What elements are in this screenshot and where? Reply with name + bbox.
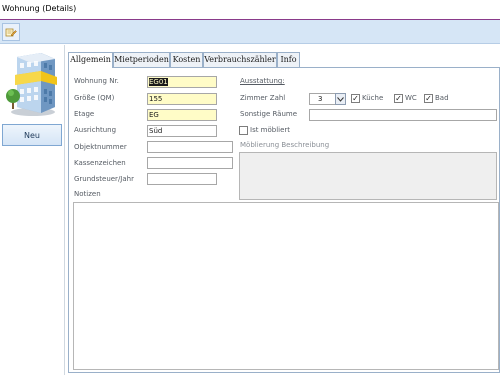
apartment-building-icon bbox=[6, 53, 57, 116]
zimmer-zahl-dropdown-button[interactable] bbox=[335, 93, 346, 105]
kassenzeichen-label: Kassenzeichen bbox=[74, 159, 126, 167]
ausrichtung-label: Ausrichtung bbox=[74, 126, 117, 134]
tab-verbrauchszaehler[interactable]: Verbrauchszähler bbox=[203, 52, 277, 67]
moeblierung-beschreibung-field bbox=[239, 152, 497, 200]
notizen-label: Notizen bbox=[74, 190, 101, 198]
objektnummer-label: Objektnummer bbox=[74, 143, 127, 151]
bad-checkbox[interactable]: ✓ bbox=[424, 94, 433, 103]
chevron-down-icon bbox=[337, 96, 344, 102]
tab-mietperioden[interactable]: Mietperioden bbox=[113, 52, 170, 67]
tab-info[interactable]: Info bbox=[277, 52, 300, 67]
sonstige-raeume-field[interactable] bbox=[309, 109, 497, 121]
ausrichtung-field[interactable]: Süd bbox=[147, 125, 217, 137]
zimmer-zahl-select[interactable]: 3 bbox=[309, 93, 336, 105]
toolbar bbox=[0, 20, 500, 44]
grundsteuer-label: Grundsteuer/Jahr bbox=[74, 175, 134, 183]
tab-kosten[interactable]: Kosten bbox=[170, 52, 203, 67]
kueche-label: Küche bbox=[362, 94, 384, 102]
moebliert-checkbox[interactable] bbox=[239, 126, 248, 135]
edit-record-button[interactable] bbox=[2, 23, 20, 41]
objektnummer-field[interactable] bbox=[147, 141, 233, 153]
sonstige-raeume-label: Sonstige Räume bbox=[240, 110, 298, 118]
moebliert-label: Ist möbliert bbox=[250, 126, 291, 134]
groesse-label: Größe (QM) bbox=[74, 94, 115, 102]
wohnung-nr-value: EG01 bbox=[149, 78, 168, 86]
grundsteuer-field[interactable] bbox=[147, 173, 217, 185]
kueche-checkbox[interactable]: ✓ bbox=[351, 94, 360, 103]
window-title: Wohnung (Details) bbox=[2, 4, 77, 13]
ausstattung-heading: Ausstattung: bbox=[240, 77, 285, 85]
etage-label: Etage bbox=[74, 110, 95, 118]
wohnung-nr-label: Wohnung Nr. bbox=[74, 77, 119, 85]
wc-label: WC bbox=[405, 94, 417, 102]
title-bar: Wohnung (Details) bbox=[0, 0, 500, 20]
groesse-field[interactable]: 155 bbox=[147, 93, 217, 105]
edit-record-icon bbox=[5, 28, 17, 37]
new-button[interactable]: Neu bbox=[2, 124, 62, 146]
tab-allgemein[interactable]: Allgemein bbox=[68, 52, 113, 68]
notizen-field[interactable] bbox=[73, 202, 499, 370]
zimmer-zahl-label: Zimmer Zahl bbox=[240, 94, 286, 102]
kassenzeichen-field[interactable] bbox=[147, 157, 233, 169]
etage-field[interactable]: EG bbox=[147, 109, 217, 121]
moeblierung-beschreibung-label: Möblierung Beschreibung bbox=[240, 141, 330, 149]
wc-checkbox[interactable]: ✓ bbox=[394, 94, 403, 103]
bad-label: Bad bbox=[435, 94, 449, 102]
wohnung-nr-field[interactable]: EG01 bbox=[147, 76, 217, 88]
left-panel: Neu bbox=[0, 45, 65, 375]
tab-panel-allgemein: Wohnung Nr. EG01 Größe (QM) 155 Etage EG… bbox=[68, 67, 500, 373]
